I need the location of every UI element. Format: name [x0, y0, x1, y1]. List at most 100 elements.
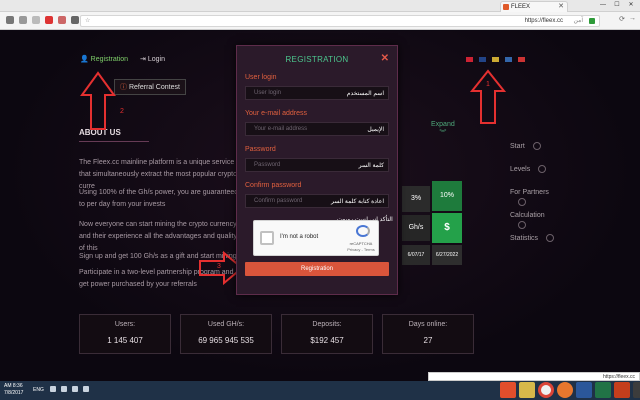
- taskbar: AM 8:36 7/8/2017 ENG: [0, 381, 640, 400]
- address-bar[interactable]: ☆ https://fleex.cc آمن: [80, 15, 600, 27]
- address-url: https://fleex.cc: [524, 18, 563, 24]
- input-placeholder: Confirm password: [254, 198, 303, 204]
- cube-tile: 3%: [402, 186, 430, 212]
- window-close-button[interactable]: ✕: [624, 0, 638, 10]
- flag-icon[interactable]: [466, 57, 473, 62]
- battery-icon[interactable]: [83, 386, 89, 392]
- stat-label: Days online:: [408, 321, 448, 328]
- input-placeholder: Your e-mail address: [254, 126, 308, 132]
- captcha-label: I'm not a robot: [280, 234, 319, 240]
- side-menu-item[interactable]: For Partners: [500, 188, 560, 211]
- referral-contest-label: Referral Contest: [128, 84, 180, 91]
- confirm-password-input[interactable]: Confirm password اعادة كتابة كلمة السر: [245, 194, 389, 208]
- recaptcha-icon: [356, 225, 370, 237]
- input-annotation: اسم المستخدم: [346, 91, 384, 97]
- window-controls: — ☐ ✕: [596, 0, 638, 10]
- referral-contest-button[interactable]: ⓘ Referral Contest: [114, 79, 186, 95]
- close-icon[interactable]: ✕: [381, 53, 389, 64]
- browser-toolbar: ☆ https://fleex.cc آمن ⟳ →: [0, 12, 640, 30]
- browser-tabbar: FLEEX ✕ — ☐ ✕: [0, 0, 640, 12]
- annotation-number: 2: [120, 108, 124, 115]
- chevron-down-icon: ︾: [439, 130, 447, 137]
- stat-value: 27: [423, 336, 433, 345]
- volume-icon[interactable]: [61, 386, 67, 392]
- annotation-arrow-up: [80, 71, 116, 130]
- flag-icon[interactable]: [492, 57, 499, 62]
- registration-modal: REGISTRATION ✕ User login User login اسم…: [236, 45, 398, 295]
- app-icon[interactable]: [500, 382, 516, 398]
- excel-icon[interactable]: [595, 382, 611, 398]
- side-menu-label: Statistics: [510, 235, 539, 242]
- maximize-button[interactable]: ☐: [610, 0, 624, 10]
- extension-icon[interactable]: [6, 16, 14, 24]
- side-menu-item[interactable]: Statistics: [500, 234, 560, 257]
- registration-submit-button[interactable]: Registration: [245, 262, 389, 276]
- side-menu-item[interactable]: Start: [500, 142, 560, 165]
- language-flags: [466, 57, 525, 62]
- about-paragraph: Now everyone can start mining the crypto…: [79, 221, 237, 252]
- captcha-brand: reCAPTCHA: [349, 241, 373, 246]
- stat-label: Users:: [114, 321, 136, 328]
- circle-icon: [538, 165, 547, 174]
- firefox-icon[interactable]: [557, 382, 573, 398]
- stat-value: 1 145 407: [107, 336, 143, 345]
- registration-link-label: Registration: [90, 56, 129, 63]
- minimize-button[interactable]: —: [596, 0, 610, 10]
- captcha-checkbox[interactable]: [260, 231, 274, 245]
- extension-icon[interactable]: [71, 16, 79, 24]
- input-annotation: الإيميل: [367, 127, 384, 133]
- page-content: 👤 Registration ⇥ Login ⓘ Referral Contes…: [0, 31, 640, 381]
- extension-icon[interactable]: [58, 16, 66, 24]
- folder-icon[interactable]: [519, 382, 535, 398]
- expand-label: Expand: [431, 121, 455, 128]
- shield-icon[interactable]: [45, 16, 53, 24]
- modal-title: REGISTRATION: [285, 55, 349, 64]
- chrome-icon[interactable]: [538, 382, 554, 398]
- bookmark-star-icon[interactable]: ☆: [85, 16, 90, 27]
- side-menu-label: Calculation: [510, 212, 545, 219]
- browser-tab[interactable]: FLEEX ✕: [500, 1, 568, 12]
- stat-used-ghs: Used GH/s: 69 965 945 535: [180, 314, 272, 354]
- flag-icon[interactable]: [479, 57, 486, 62]
- reload-icon[interactable]: ⟳: [619, 15, 625, 23]
- taskbar-clock[interactable]: AM 8:36 7/8/2017: [4, 383, 23, 397]
- login-input[interactable]: User login اسم المستخدم: [245, 86, 389, 100]
- side-menu-label: Levels: [510, 166, 531, 173]
- status-url: https://fleex.cc: [428, 372, 640, 381]
- login-link[interactable]: ⇥ Login: [140, 55, 165, 63]
- powerpoint-icon[interactable]: [614, 382, 630, 398]
- lock-icon: [589, 18, 595, 24]
- language-indicator[interactable]: ENG: [33, 387, 44, 393]
- password-input[interactable]: Password كلمة السر: [245, 158, 389, 172]
- captcha-terms[interactable]: Privacy - Terms: [347, 247, 375, 252]
- expand-toggle[interactable]: Expand ︾: [431, 121, 455, 138]
- email-input[interactable]: Your e-mail address الإيميل: [245, 122, 389, 136]
- flag-icon[interactable]: [518, 57, 525, 62]
- tab-close-icon[interactable]: ✕: [558, 2, 564, 12]
- side-menu-item[interactable]: Calculation: [500, 211, 560, 234]
- cube-tile: 6/27/2022: [432, 245, 462, 265]
- windows-icon[interactable]: [633, 382, 640, 398]
- forward-icon[interactable]: →: [629, 15, 636, 23]
- side-menu-label: Start: [510, 143, 525, 150]
- field-label: Password: [245, 146, 276, 153]
- registration-link[interactable]: 👤 Registration: [80, 55, 128, 63]
- input-placeholder: Password: [254, 162, 281, 168]
- circle-icon: [532, 142, 541, 151]
- extension-icon[interactable]: [19, 16, 27, 24]
- annotation-number: 3: [217, 263, 221, 270]
- tab-title: FLEEX: [511, 4, 531, 10]
- stat-label: Deposits:: [312, 321, 342, 328]
- taskbar-apps: [500, 382, 640, 398]
- side-menu-item[interactable]: Levels: [500, 165, 560, 188]
- extension-icon[interactable]: [32, 16, 40, 24]
- flag-icon[interactable]: [505, 57, 512, 62]
- cube-tile: $: [432, 213, 462, 243]
- system-tray: [50, 386, 89, 392]
- word-icon[interactable]: [576, 382, 592, 398]
- clock-time: AM 8:36: [4, 383, 23, 389]
- network-icon[interactable]: [72, 386, 78, 392]
- stat-days-online: Days online: 27: [382, 314, 474, 354]
- tray-icon[interactable]: [50, 386, 56, 392]
- cube-tile: 10%: [432, 181, 462, 211]
